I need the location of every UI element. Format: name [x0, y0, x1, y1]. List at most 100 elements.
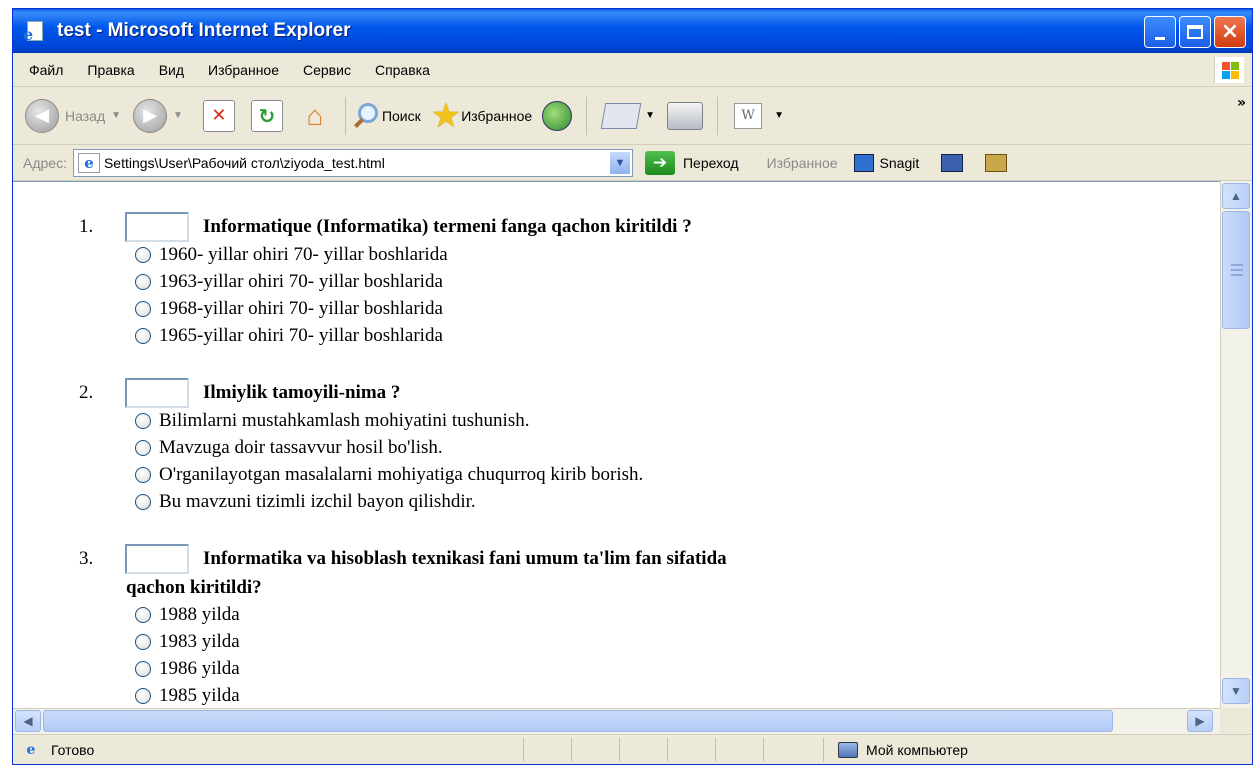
address-input[interactable]: e Settings\User\Рабочий стол\ziyoda_test… [72, 148, 633, 177]
address-value[interactable]: Settings\User\Рабочий стол\ziyoda_test.h… [104, 155, 385, 171]
radio-button[interactable] [135, 634, 151, 650]
menu-tools[interactable]: Сервис [303, 62, 351, 78]
question-number: 2. [79, 382, 94, 403]
answer-input[interactable] [125, 544, 189, 574]
stop-icon[interactable]: ✕ [202, 99, 235, 132]
option-label[interactable]: Bu mavzuni tizimli izchil bayon qilishdi… [159, 491, 476, 513]
back-dropdown-icon[interactable]: ▼ [111, 110, 121, 121]
option-radio[interactable]: 1960- yillar ohiri 70- yillar boshlarida [135, 242, 448, 268]
media-icon[interactable] [542, 100, 573, 131]
forward-arrow-icon[interactable]: ▶ [133, 98, 168, 133]
forward-dropdown-icon[interactable]: ▼ [173, 110, 183, 121]
menu-file[interactable]: Файл [29, 62, 63, 78]
menu-edit[interactable]: Правка [87, 62, 134, 78]
maximize-icon [1187, 25, 1203, 39]
option-label[interactable]: 1960- yillar ohiri 70- yillar boshlarida [159, 244, 448, 266]
links-favorites-label[interactable]: Избранное [767, 155, 838, 171]
snagit-window-icon[interactable] [941, 153, 964, 172]
radio-button[interactable] [135, 494, 151, 510]
back-arrow-icon[interactable]: ◀ [25, 98, 59, 133]
edit-dropdown-icon[interactable]: ▼ [774, 110, 784, 121]
option-radio[interactable]: Mavzuga doir tassavvur hosil bo'lish. [135, 435, 443, 461]
scroll-down-arrow-icon[interactable]: ▼ [1222, 678, 1250, 704]
snagit-button-label[interactable]: Snagit [880, 155, 920, 171]
search-button-label[interactable]: Поиск [382, 108, 421, 124]
option-radio[interactable]: 1988 yilda [135, 602, 240, 628]
mail-dropdown-icon[interactable]: ▼ [645, 110, 655, 121]
radio-button[interactable] [135, 467, 151, 483]
home-icon[interactable]: ⌂ [299, 100, 331, 132]
go-button-label[interactable]: Переход [683, 155, 739, 171]
favorites-button-label[interactable]: Избранное [461, 108, 532, 124]
back-button-label[interactable]: Назад [65, 108, 105, 124]
option-label[interactable]: Bilimlarni mustahkamlash mohiyatini tush… [159, 410, 529, 432]
radio-button[interactable] [135, 274, 151, 290]
snagit-capture-icon[interactable] [985, 153, 1008, 172]
option-label[interactable]: 1983 yilda [159, 631, 240, 653]
question-text: Informatique (Informatika) termeni fanga… [203, 216, 692, 237]
vertical-scrollbar[interactable]: ▲ ▼ [1220, 181, 1252, 708]
scroll-left-arrow-icon[interactable]: ◀ [15, 710, 41, 732]
radio-button[interactable] [135, 247, 151, 263]
scroll-right-arrow-icon[interactable]: ▶ [1187, 710, 1213, 732]
address-dropdown-icon[interactable]: ▼ [608, 150, 631, 175]
option-label[interactable]: 1985 yilda [159, 685, 240, 707]
option-radio[interactable]: O'rganilayotgan masalalarni mohiyatiga c… [135, 462, 643, 488]
radio-button[interactable] [135, 440, 151, 456]
search-icon[interactable] [352, 101, 382, 131]
option-label[interactable]: 1968-yillar ohiri 70- yillar boshlarida [159, 298, 443, 320]
radio-button[interactable] [135, 688, 151, 704]
menu-favorites[interactable]: Избранное [208, 62, 279, 78]
option-radio[interactable]: Bu mavzuni tizimli izchil bayon qilishdi… [135, 489, 476, 515]
radio-button[interactable] [135, 661, 151, 677]
radio-button[interactable] [135, 607, 151, 623]
mail-icon[interactable] [600, 102, 642, 129]
go-arrow-icon[interactable]: ➔ [644, 150, 675, 175]
toolbar: ◀ Назад ▼ ▶ ▼ ✕ ↻ ⌂ Поиск ★ Избранное ▼ … [13, 87, 1252, 145]
option-label[interactable]: 1965-yillar ohiri 70- yillar boshlarida [159, 325, 443, 347]
toolbar-separator [344, 96, 346, 135]
option-label[interactable]: O'rganilayotgan masalalarni mohiyatiga c… [159, 464, 643, 486]
question-2: 2. Ilmiylik tamoyili-nima ? Bilimlarni m… [13, 378, 1213, 512]
answer-input[interactable] [125, 378, 189, 408]
address-bar: Адрес: e Settings\User\Рабочий стол\ziyo… [13, 145, 1252, 181]
radio-button[interactable] [135, 301, 151, 317]
radio-button[interactable] [135, 413, 151, 429]
option-label[interactable]: Mavzuga doir tassavvur hosil bo'lish. [159, 437, 443, 459]
answer-input[interactable] [125, 212, 189, 242]
toolbar-more-chevron-icon[interactable]: » [1237, 95, 1246, 111]
radio-button[interactable] [135, 328, 151, 344]
menu-view[interactable]: Вид [159, 62, 184, 78]
question-number: 3. [79, 548, 94, 569]
option-radio[interactable]: 1963-yillar ohiri 70- yillar boshlarida [135, 269, 443, 295]
snagit-icon[interactable] [853, 153, 874, 172]
menu-bar: Файл Правка Вид Избранное Сервис Справка [13, 53, 1252, 87]
maximize-button[interactable] [1179, 16, 1211, 48]
option-radio[interactable]: 1965-yillar ohiri 70- yillar boshlarida [135, 323, 443, 349]
horizontal-scrollbar[interactable]: ◀ ▶ [13, 708, 1220, 734]
question-text: Ilmiylik tamoyili-nima ? [203, 382, 401, 403]
word-edit-icon[interactable]: W [734, 102, 763, 129]
option-label[interactable]: 1963-yillar ohiri 70- yillar boshlarida [159, 271, 443, 293]
minimize-button[interactable] [1144, 16, 1176, 48]
option-radio[interactable]: 1983 yilda [135, 629, 240, 655]
option-radio[interactable]: 1968-yillar ohiri 70- yillar boshlarida [135, 296, 443, 322]
refresh-icon[interactable]: ↻ [250, 99, 283, 132]
title-bar[interactable]: e test - Microsoft Internet Explorer × [13, 9, 1252, 53]
status-text: Готово [51, 741, 95, 758]
menu-help[interactable]: Справка [375, 62, 430, 78]
print-icon[interactable] [667, 101, 704, 130]
option-radio[interactable]: 1986 yilda [135, 656, 240, 682]
browser-window: e test - Microsoft Internet Explorer × Ф… [12, 8, 1253, 765]
option-label[interactable]: 1986 yilda [159, 658, 240, 680]
option-radio[interactable]: Bilimlarni mustahkamlash mohiyatini tush… [135, 408, 529, 434]
vertical-scroll-thumb[interactable] [1222, 211, 1250, 329]
security-zone-label: Мой компьютер [866, 742, 968, 758]
scroll-up-arrow-icon[interactable]: ▲ [1222, 183, 1250, 209]
minimize-icon [1155, 36, 1165, 40]
option-label[interactable]: 1988 yilda [159, 604, 240, 626]
horizontal-scroll-thumb[interactable] [43, 710, 1113, 732]
close-button[interactable]: × [1214, 16, 1246, 48]
option-radio[interactable]: 1985 yilda [135, 683, 240, 708]
favorites-star-icon[interactable]: ★ [431, 99, 461, 133]
